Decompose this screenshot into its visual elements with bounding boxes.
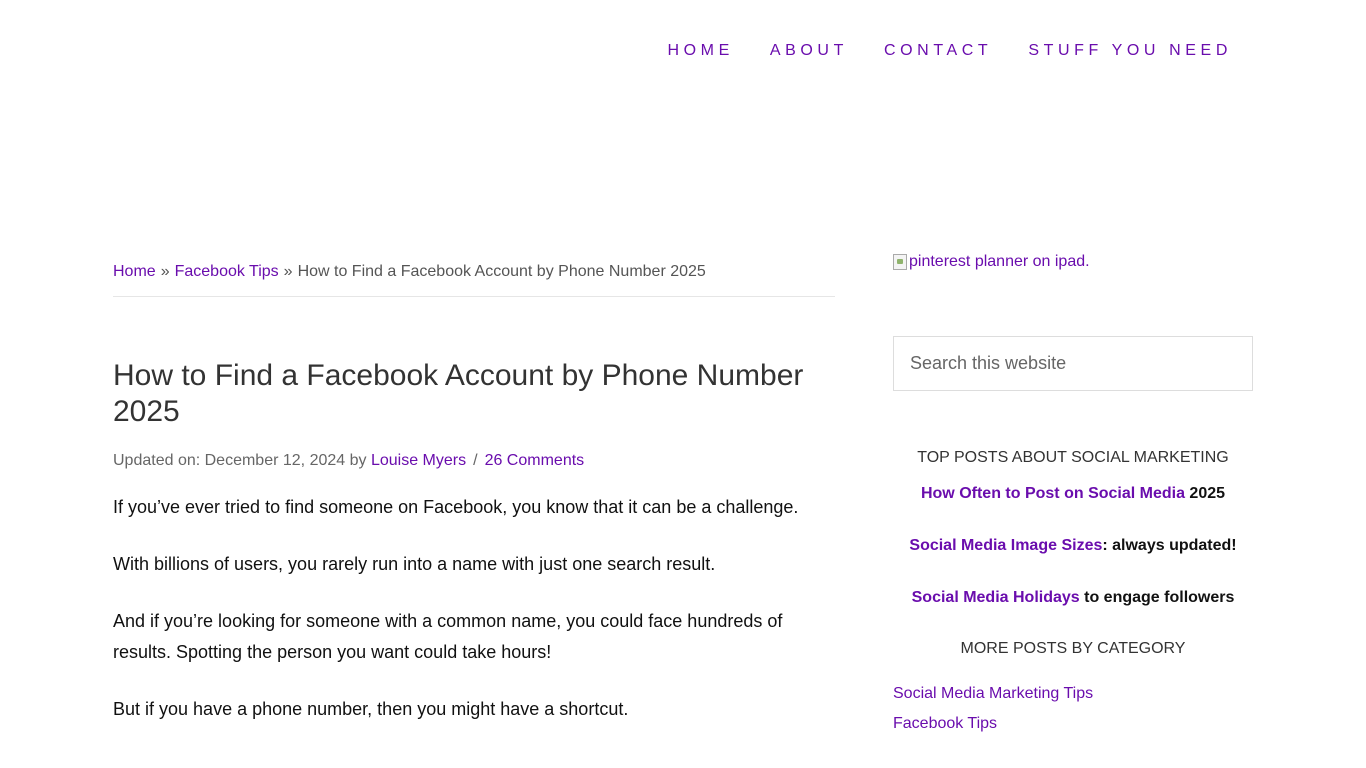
- broken-image-icon: [893, 254, 907, 270]
- categories-list: Social Media Marketing Tips Facebook Tip…: [893, 684, 1253, 734]
- top-posts-list: How Often to Post on Social Media 2025 S…: [893, 483, 1253, 609]
- breadcrumb-separator: »: [160, 263, 170, 280]
- main-content: Home» Facebook Tips» How to Find a Faceboo…: [113, 262, 835, 751]
- breadcrumb-home-link[interactable]: Home: [113, 263, 156, 280]
- paragraph: But if you have a phone number, then you…: [113, 699, 629, 719]
- paragraph: If you’ve ever tried to find someone on …: [113, 497, 799, 517]
- top-posts-title: TOP POSTS ABOUT SOCIAL MARKETING: [917, 449, 1229, 466]
- top-post-link[interactable]: Social Media Image Sizes: [909, 537, 1102, 554]
- top-post-suffix: to engage followers: [1079, 589, 1235, 606]
- breadcrumb-separator: »: [283, 263, 293, 280]
- sidebar: pinterest planner on ipad. TOP POSTS ABO…: [893, 250, 1253, 744]
- nav-about-link[interactable]: ABOUT: [770, 41, 848, 61]
- top-post-suffix: : always updated!: [1102, 537, 1237, 554]
- breadcrumb: Home» Facebook Tips» How to Find a Faceboo…: [113, 262, 835, 297]
- categories-title: MORE POSTS BY CATEGORY: [960, 640, 1186, 657]
- main-nav: HOME ABOUT CONTACT STUFF YOU NEED: [631, 41, 1232, 61]
- image-alt-text: pinterest planner on ipad.: [909, 253, 1090, 270]
- breadcrumb-current: How to Find a Facebook Account by Phone …: [297, 263, 706, 280]
- list-item: How Often to Post on Social Media 2025: [893, 483, 1253, 505]
- updated-date: Updated on: December 12, 2024 by: [113, 452, 367, 469]
- top-post-link[interactable]: Social Media Holidays: [912, 589, 1080, 606]
- article-meta: Updated on: December 12, 2024 by Louise …: [113, 451, 835, 471]
- nav-stuff-you-need-link[interactable]: STUFF YOU NEED: [1028, 41, 1232, 61]
- sidebar-ad-image-link[interactable]: pinterest planner on ipad.: [893, 250, 1253, 274]
- meta-separator: /: [473, 452, 478, 469]
- paragraph: And if you’re looking for someone with a…: [113, 611, 783, 662]
- paragraph: With billions of users, you rarely run i…: [113, 554, 716, 574]
- list-item: Social Media Marketing Tips: [893, 684, 1253, 704]
- search-input[interactable]: [893, 336, 1253, 391]
- list-item: Facebook Tips: [893, 714, 1253, 734]
- breadcrumb-category-link[interactable]: Facebook Tips: [175, 263, 279, 280]
- category-link[interactable]: Social Media Marketing Tips: [893, 685, 1093, 702]
- top-post-link[interactable]: How Often to Post on Social Media: [921, 485, 1185, 502]
- article-title: How to Find a Facebook Account by Phone …: [113, 359, 804, 428]
- comments-link[interactable]: 26 Comments: [485, 452, 585, 469]
- list-item: Social Media Holidays to engage follower…: [893, 587, 1253, 609]
- article-body: If you’ve ever tried to find someone on …: [113, 492, 835, 725]
- category-link[interactable]: Facebook Tips: [893, 715, 997, 732]
- top-post-suffix: 2025: [1184, 485, 1226, 502]
- list-item: Social Media Image Sizes: always updated…: [893, 535, 1253, 557]
- nav-contact-link[interactable]: CONTACT: [884, 41, 992, 61]
- author-link[interactable]: Louise Myers: [371, 452, 466, 469]
- nav-home-link[interactable]: HOME: [667, 41, 733, 61]
